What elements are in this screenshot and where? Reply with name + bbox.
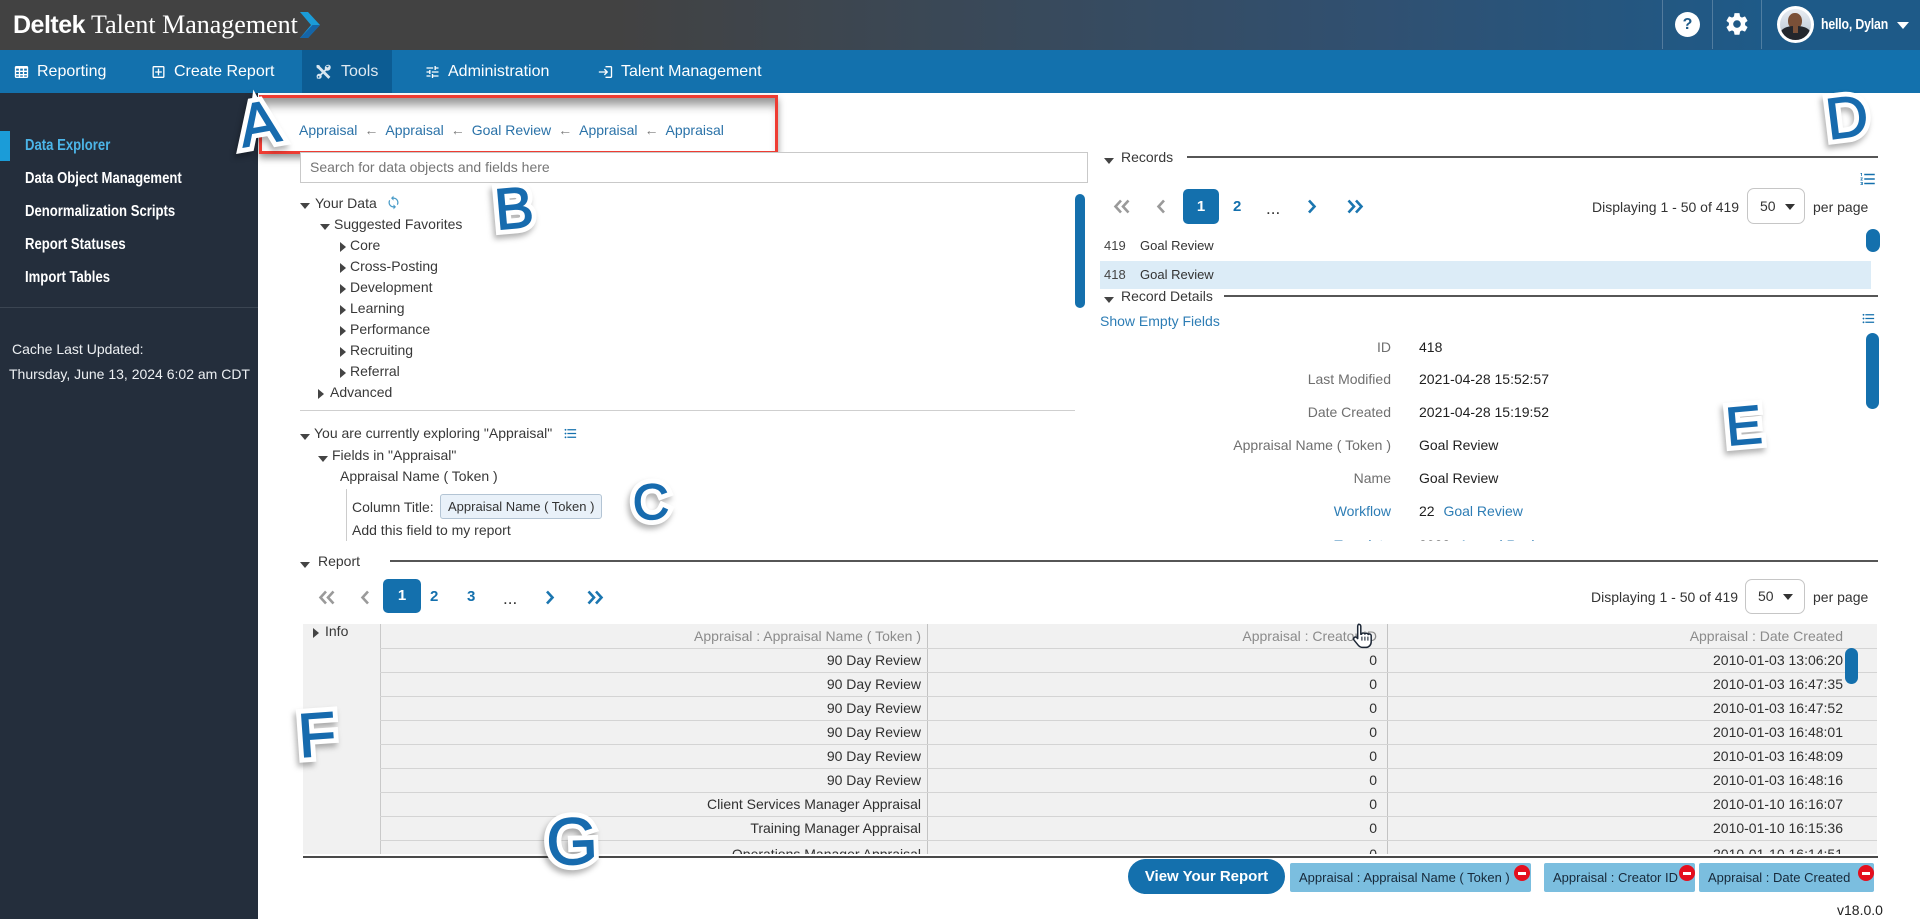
svg-text:A: A (234, 87, 285, 160)
svg-text:D: D (1822, 83, 1871, 153)
svg-text:G: G (545, 803, 599, 879)
svg-text:F: F (296, 700, 339, 771)
svg-text:C: C (632, 473, 670, 530)
svg-text:E: E (1723, 395, 1764, 458)
svg-text:B: B (492, 174, 536, 242)
